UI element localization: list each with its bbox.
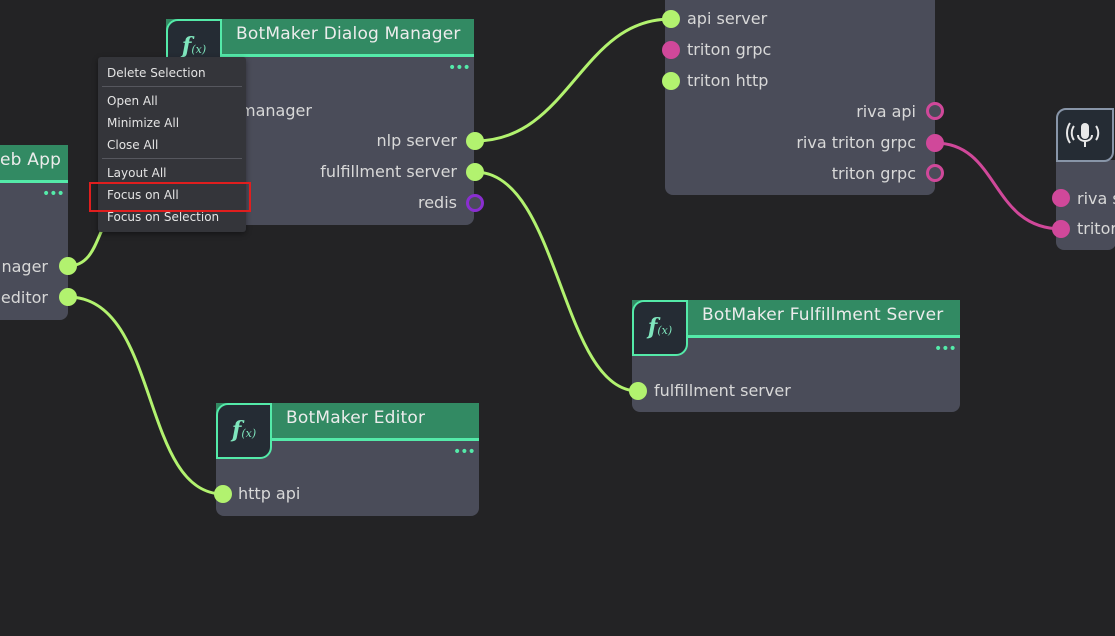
menu-separator (102, 158, 242, 159)
web-app-editor-pin[interactable] (59, 288, 77, 306)
web-app-node[interactable]: eb App ••• anager editor (0, 145, 68, 320)
node-title: BotMaker Editor (286, 408, 426, 428)
port-label-fulfillment-server: fulfillment server (320, 162, 457, 181)
menu-item-delete-selection[interactable]: Delete Selection (107, 66, 206, 80)
menu-item-minimize-all[interactable]: Minimize All (107, 116, 179, 130)
port-label-triton-grpc: triton grpc (687, 40, 772, 59)
fulfillment-server-in-pin[interactable] (629, 382, 647, 400)
node-title: BotMaker Dialog Manager (236, 24, 461, 44)
port-label-triton-grpc-out: triton grpc (831, 164, 916, 183)
more-options-icon[interactable]: ••• (42, 187, 65, 201)
redis-pin[interactable] (466, 194, 484, 212)
web-app-manager-pin[interactable] (59, 257, 77, 275)
port-label-triton-http: triton http (687, 71, 769, 90)
microphone-icon (1066, 122, 1100, 147)
port-label-redis: redis (417, 193, 457, 212)
function-icon: f(x) (216, 403, 272, 459)
port-label-fulfillment-server: fulfillment server (654, 381, 791, 400)
http-api-pin[interactable] (214, 485, 232, 503)
node-title: eb App (0, 150, 62, 170)
triton-grpc-out-pin[interactable] (926, 164, 944, 182)
riva-api-pin[interactable] (926, 102, 944, 120)
menu-item-open-all[interactable]: Open All (107, 94, 158, 108)
wire-fulfillment[interactable] (474, 170, 639, 393)
port-label-riva-api: riva api (856, 102, 916, 121)
port-label-http-api: http api (238, 484, 301, 503)
port-label-nlp-server: nlp server (376, 131, 457, 150)
menu-separator (102, 86, 242, 87)
fulfillment-server-out-pin[interactable] (466, 163, 484, 181)
port-label-riva: riva s (1077, 189, 1115, 208)
more-options-icon[interactable]: ••• (934, 342, 957, 356)
more-options-icon[interactable]: ••• (453, 445, 476, 459)
port-label-editor: editor (0, 288, 48, 307)
riva-triton-grpc-pin[interactable] (926, 134, 944, 152)
wire-riva-triton-grpc[interactable] (934, 141, 1063, 231)
riva-speech-pin[interactable] (1052, 189, 1070, 207)
api-server-pin[interactable] (662, 10, 680, 28)
menu-item-layout-all[interactable]: Layout All (107, 166, 166, 180)
nlp-server-pin[interactable] (466, 132, 484, 150)
triton-grpc-pin[interactable] (662, 41, 680, 59)
fulfillment-server-node[interactable]: BotMaker Fulfillment Server f(x) ••• ful… (632, 300, 960, 412)
menu-item-focus-on-selection[interactable]: Focus on Selection (107, 210, 219, 224)
function-icon: f(x) (632, 300, 688, 356)
menu-item-close-all[interactable]: Close All (107, 138, 158, 152)
editor-node[interactable]: BotMaker Editor f(x) ••• http api (216, 403, 479, 516)
speech-node-icon (1056, 108, 1114, 162)
riva-server-node[interactable]: api server triton grpc triton http riva … (665, 0, 935, 195)
port-label-manager: manager (240, 101, 312, 120)
more-options-icon[interactable]: ••• (448, 61, 471, 75)
wire-editor-http[interactable] (67, 295, 224, 496)
port-label-api-server: api server (687, 9, 768, 28)
port-label-triton: tritor (1077, 219, 1115, 238)
node-header[interactable]: eb App (0, 145, 68, 183)
node-title: BotMaker Fulfillment Server (702, 305, 944, 325)
focus-on-all-highlight (89, 182, 251, 212)
port-label-manager: anager (0, 257, 48, 276)
wire-nlp-to-api-server[interactable] (474, 17, 672, 143)
triton-speech-pin[interactable] (1052, 220, 1070, 238)
port-label-riva-triton-grpc: riva triton grpc (796, 133, 916, 152)
triton-http-pin[interactable] (662, 72, 680, 90)
